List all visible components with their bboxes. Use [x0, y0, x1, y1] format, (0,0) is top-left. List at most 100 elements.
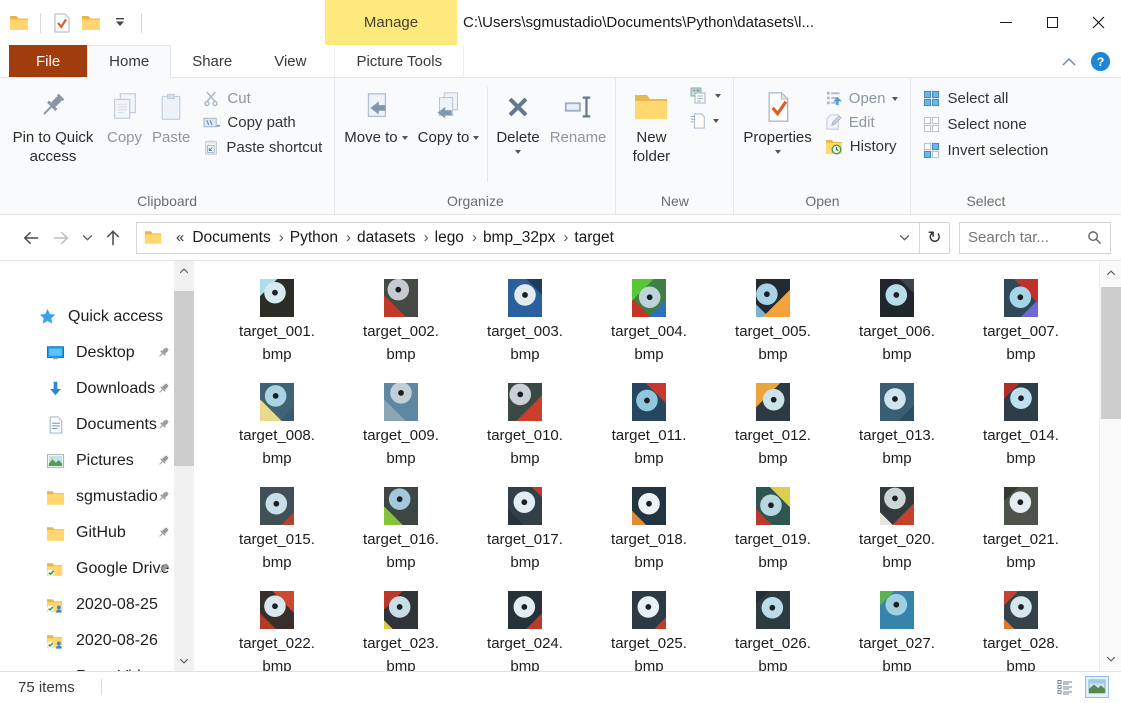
address-bar[interactable]: « DocumentsPythondatasetslegobmp_32pxtar… [136, 222, 920, 254]
sidebar-item-desktop[interactable]: Desktop [0, 335, 196, 371]
sidebar-item-quick-access[interactable]: Quick access [0, 299, 196, 335]
file-item[interactable]: target_006.bmp [835, 277, 959, 381]
breadcrumb-item[interactable]: Documents [190, 229, 287, 247]
file-item[interactable]: target_014.bmp [959, 381, 1083, 485]
address-dropdown-icon[interactable] [890, 234, 919, 241]
qat-new-folder-icon[interactable] [80, 12, 102, 34]
file-item[interactable]: target_002.bmp [339, 277, 463, 381]
open-button[interactable]: Open [825, 90, 899, 107]
file-item[interactable]: target_027.bmp [835, 589, 959, 671]
paste-shortcut-button[interactable]: Paste shortcut [203, 138, 322, 156]
file-item[interactable]: target_022.bmp [215, 589, 339, 671]
file-item[interactable]: target_003.bmp [463, 277, 587, 381]
file-item[interactable]: target_025.bmp [587, 589, 711, 671]
rename-button[interactable]: Rename [545, 81, 612, 147]
file-item[interactable]: target_012.bmp [711, 381, 835, 485]
sidebar-scroll-up-icon[interactable] [174, 261, 194, 281]
new-item-button[interactable] [690, 112, 721, 130]
sidebar-item-downloads[interactable]: Downloads [0, 371, 196, 407]
file-item[interactable]: target_023.bmp [339, 589, 463, 671]
file-item[interactable]: target_020.bmp [835, 485, 959, 589]
file-item[interactable]: target_021.bmp [959, 485, 1083, 589]
edit-button[interactable]: Edit [825, 114, 899, 131]
breadcrumb-item[interactable]: datasets [355, 229, 433, 247]
file-item[interactable]: target_026.bmp [711, 589, 835, 671]
pin-to-quick-access-button[interactable]: Pin to Quick access [4, 81, 102, 166]
sidebar-item-sgmustadio[interactable]: sgmustadio [0, 479, 196, 515]
maximize-button[interactable] [1029, 0, 1075, 45]
move-to-button[interactable]: Move to [339, 81, 412, 147]
new-folder-button[interactable]: New folder [620, 81, 682, 166]
content-scroll-thumb[interactable] [1101, 287, 1121, 419]
sidebar-item-github[interactable]: GitHub [0, 515, 196, 551]
copy-to-button[interactable]: Copy to [413, 81, 485, 147]
file-item[interactable]: target_010.bmp [463, 381, 587, 485]
large-icons-view-button[interactable] [1085, 676, 1109, 698]
close-button[interactable] [1075, 0, 1121, 45]
breadcrumb-item[interactable]: lego [433, 229, 481, 247]
breadcrumb-item[interactable]: Python [288, 229, 355, 247]
copy-path-button[interactable]: Copy path [203, 114, 322, 131]
file-item[interactable]: target_008.bmp [215, 381, 339, 485]
tab-file[interactable]: File [9, 45, 87, 77]
file-item[interactable]: target_004.bmp [587, 277, 711, 381]
recent-locations-button[interactable] [76, 222, 98, 254]
breadcrumb-collapsed-indicator[interactable]: « [168, 229, 190, 246]
search-icon[interactable] [1087, 230, 1102, 245]
collapse-ribbon-icon[interactable] [1062, 58, 1076, 66]
file-item[interactable]: target_028.bmp [959, 589, 1083, 671]
file-item[interactable]: target_005.bmp [711, 277, 835, 381]
invert-selection-button[interactable]: Invert selection [923, 142, 1048, 159]
refresh-button[interactable]: ↻ [920, 222, 950, 254]
file-item[interactable]: target_011.bmp [587, 381, 711, 485]
tab-view[interactable]: View [253, 45, 327, 77]
file-thumbnail [384, 591, 418, 629]
file-item[interactable]: target_024.bmp [463, 589, 587, 671]
manage-contextual-header: Manage [325, 0, 457, 45]
sidebar-scrollbar[interactable] [174, 261, 194, 671]
sidebar-item-pictures[interactable]: Pictures [0, 443, 196, 479]
history-button[interactable]: History [825, 138, 899, 155]
file-item[interactable]: target_018.bmp [587, 485, 711, 589]
sidebar-scroll-down-icon[interactable] [174, 651, 194, 671]
properties-button[interactable]: Properties [738, 81, 816, 154]
content-scrollbar[interactable] [1099, 261, 1121, 671]
sidebar-item-2020-08-25[interactable]: 2020-08-25 [0, 587, 196, 623]
back-button[interactable] [16, 222, 46, 254]
paste-button[interactable]: Paste [147, 81, 195, 147]
copy-button[interactable]: Copy [102, 81, 147, 147]
file-item[interactable]: target_015.bmp [215, 485, 339, 589]
details-view-button[interactable] [1053, 676, 1077, 698]
sidebar-scroll-thumb[interactable] [174, 291, 194, 466]
minimize-button[interactable] [983, 0, 1029, 45]
select-all-button[interactable]: Select all [923, 90, 1048, 107]
tab-share[interactable]: Share [171, 45, 253, 77]
delete-button[interactable]: Delete [491, 81, 544, 154]
breadcrumb-item[interactable]: target [572, 229, 626, 247]
file-item[interactable]: target_001.bmp [215, 277, 339, 381]
content-scroll-up-icon[interactable] [1101, 263, 1121, 283]
content-scroll-down-icon[interactable] [1101, 649, 1121, 669]
sidebar-item-google-drive[interactable]: Google Drive [0, 551, 196, 587]
file-item[interactable]: target_016.bmp [339, 485, 463, 589]
easy-access-button[interactable] [690, 87, 721, 105]
sidebar-item-rasp-vid[interactable]: Rasp Vid [0, 659, 196, 671]
file-item[interactable]: target_007.bmp [959, 277, 1083, 381]
forward-button[interactable] [46, 222, 76, 254]
up-button[interactable] [98, 222, 128, 254]
breadcrumb-item[interactable]: bmp_32px [481, 229, 572, 247]
qat-customize-icon[interactable] [109, 12, 131, 34]
sidebar-item-2020-08-26[interactable]: 2020-08-26 [0, 623, 196, 659]
help-icon[interactable]: ? [1090, 51, 1111, 72]
qat-properties-icon[interactable] [51, 12, 73, 34]
select-none-button[interactable]: Select none [923, 116, 1048, 133]
file-item[interactable]: target_019.bmp [711, 485, 835, 589]
search-input[interactable] [968, 229, 1087, 246]
tab-home[interactable]: Home [87, 45, 171, 78]
file-item[interactable]: target_013.bmp [835, 381, 959, 485]
sidebar-item-documents[interactable]: Documents [0, 407, 196, 443]
cut-button[interactable]: Cut [203, 90, 322, 107]
tab-picture-tools[interactable]: Picture Tools [334, 45, 464, 77]
file-item[interactable]: target_017.bmp [463, 485, 587, 589]
file-item[interactable]: target_009.bmp [339, 381, 463, 485]
